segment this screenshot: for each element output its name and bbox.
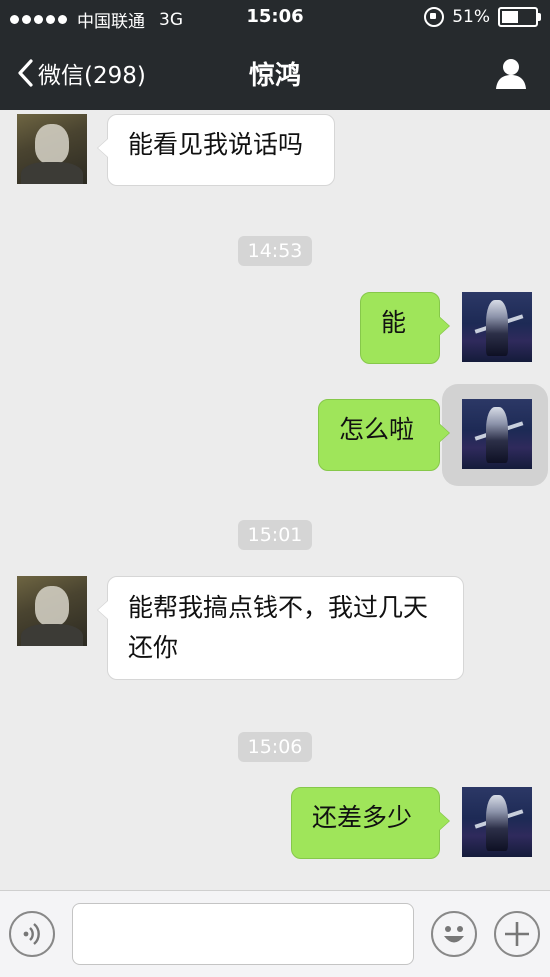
input-bar	[0, 890, 550, 977]
message-bubble-outgoing[interactable]: 能	[360, 292, 450, 364]
emoji-button[interactable]	[431, 911, 477, 957]
my-avatar[interactable]	[462, 787, 532, 857]
chat-info-button[interactable]	[494, 56, 528, 94]
message-text: 能	[381, 308, 407, 337]
emoji-icon	[444, 926, 464, 943]
battery-icon	[498, 7, 541, 27]
message-text: 怎么啦	[339, 415, 415, 444]
timestamp-label: 15:06	[237, 732, 313, 762]
message-text: 能帮我搞点钱不，我过几天还你	[128, 593, 429, 662]
message-bubble-outgoing[interactable]: 还差多少	[291, 787, 450, 859]
my-avatar[interactable]	[462, 399, 532, 469]
voice-icon	[23, 923, 40, 945]
rotation-lock-icon	[424, 7, 445, 27]
voice-button[interactable]	[9, 911, 55, 957]
timestamp-label: 14:53	[237, 236, 313, 266]
my-avatar[interactable]	[462, 292, 532, 362]
chat-area[interactable]: 能看见我说话吗 14:53 能 怎么啦 15:01 能帮我搞点钱不，我过几天还你…	[0, 110, 550, 890]
timestamp: 15:01	[0, 520, 550, 550]
chat-title: 惊鸿	[248, 61, 301, 91]
status-bar: 中国联通 3G 15:06 51%	[0, 0, 550, 36]
battery-percent: 51%	[452, 7, 490, 27]
message-bubble-incoming[interactable]: 能帮我搞点钱不，我过几天还你	[97, 576, 464, 680]
message-input[interactable]	[72, 903, 414, 965]
message-text: 能看见我说话吗	[128, 130, 304, 159]
plus-icon	[505, 922, 529, 946]
timestamp: 15:06	[0, 732, 550, 762]
timestamp: 14:53	[0, 236, 550, 266]
status-right: 51%	[424, 7, 541, 27]
nav-bar: 微信(298) 惊鸿	[0, 36, 550, 110]
message-bubble-outgoing[interactable]: 怎么啦	[318, 399, 450, 471]
contact-avatar[interactable]	[17, 576, 87, 646]
person-icon	[496, 59, 526, 89]
more-button[interactable]	[494, 911, 540, 957]
timestamp-label: 15:01	[237, 520, 313, 550]
message-text: 还差多少	[312, 803, 413, 832]
message-bubble-incoming[interactable]: 能看见我说话吗	[97, 114, 335, 186]
contact-avatar[interactable]	[17, 114, 87, 184]
